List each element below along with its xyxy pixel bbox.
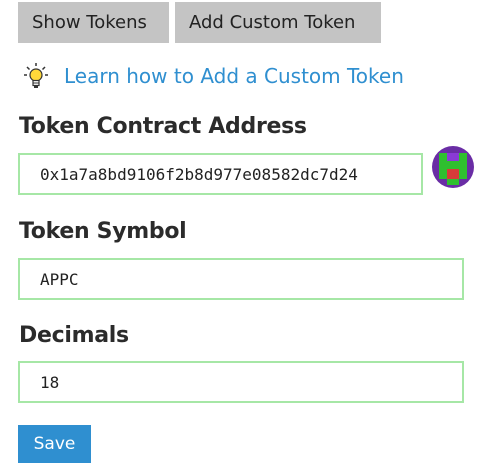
- learn-row: Learn how to Add a Custom Token: [24, 62, 404, 90]
- add-custom-token-page: Show Tokens Add Custom Token Learn how t…: [0, 0, 488, 476]
- token-symbol-label: Token Symbol: [19, 219, 187, 244]
- decimals-input[interactable]: [18, 361, 464, 403]
- token-tabs: Show Tokens Add Custom Token: [18, 2, 381, 43]
- tab-show-tokens[interactable]: Show Tokens: [18, 2, 169, 43]
- tab-add-custom-token[interactable]: Add Custom Token: [175, 2, 381, 43]
- contract-address-label: Token Contract Address: [19, 114, 307, 139]
- token-symbol-input[interactable]: [18, 258, 464, 300]
- save-button[interactable]: Save: [18, 425, 91, 463]
- lightbulb-icon: [24, 62, 48, 90]
- decimals-label: Decimals: [19, 323, 129, 348]
- token-identicon: [432, 146, 474, 188]
- learn-add-custom-token-link[interactable]: Learn how to Add a Custom Token: [64, 64, 404, 88]
- contract-address-input[interactable]: [18, 153, 423, 195]
